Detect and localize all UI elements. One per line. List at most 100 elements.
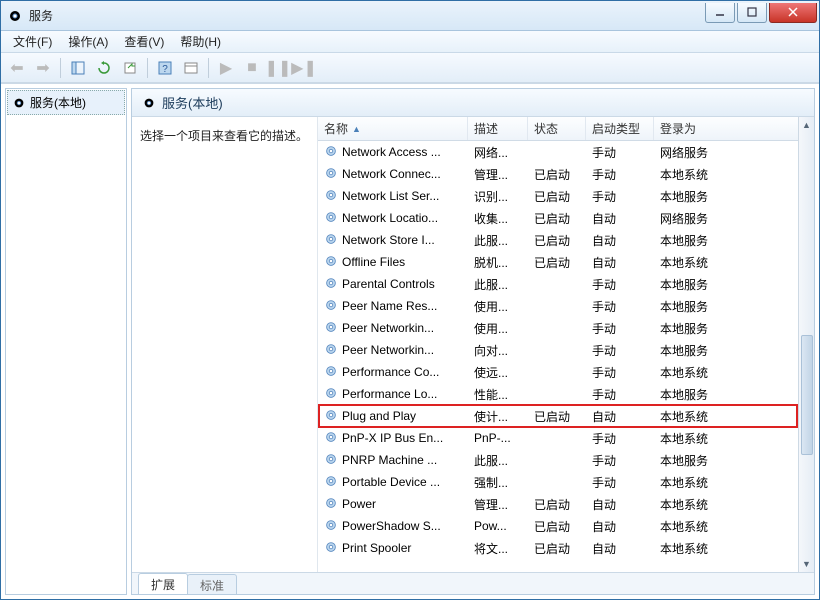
cell-status: 已启动 bbox=[528, 408, 586, 425]
column-headers: 名称▲ 描述 状态 启动类型 登录为 bbox=[318, 117, 814, 141]
cell-name: Network Store I... bbox=[318, 232, 468, 249]
service-name: Network Store I... bbox=[342, 233, 435, 247]
start-service-button[interactable]: ▶ bbox=[214, 56, 238, 80]
properties-button[interactable] bbox=[179, 56, 203, 80]
service-row[interactable]: Peer Name Res...使用...手动本地服务 bbox=[318, 295, 814, 317]
window-title: 服务 bbox=[29, 7, 703, 24]
service-row[interactable]: Plug and Play使计...已启动自动本地系统 bbox=[318, 405, 814, 427]
console-tree[interactable]: 服务(本地) bbox=[5, 88, 127, 595]
service-name: Network Access ... bbox=[342, 145, 441, 159]
scroll-down-icon[interactable]: ▼ bbox=[800, 556, 814, 572]
gear-icon bbox=[324, 342, 338, 359]
cell-desc: 使用... bbox=[468, 298, 528, 315]
gear-icon bbox=[324, 518, 338, 535]
gear-icon bbox=[324, 188, 338, 205]
service-row[interactable]: Parental Controls此服...手动本地服务 bbox=[318, 273, 814, 295]
scroll-up-icon[interactable]: ▲ bbox=[800, 117, 814, 133]
service-row[interactable]: PNRP Machine ...此服...手动本地服务 bbox=[318, 449, 814, 471]
menu-action[interactable]: 操作(A) bbox=[60, 31, 116, 52]
service-name: Performance Lo... bbox=[342, 387, 437, 401]
col-header-status[interactable]: 状态 bbox=[528, 117, 586, 140]
service-row[interactable]: Network Locatio...收集...已启动自动网络服务 bbox=[318, 207, 814, 229]
title-bar: 服务 bbox=[1, 1, 819, 31]
cell-desc: 此服... bbox=[468, 276, 528, 293]
cell-startup: 手动 bbox=[586, 386, 654, 403]
service-row[interactable]: Network List Ser...识别...已启动手动本地服务 bbox=[318, 185, 814, 207]
cell-name: Peer Networkin... bbox=[318, 320, 468, 337]
menu-file[interactable]: 文件(F) bbox=[5, 31, 60, 52]
help-button[interactable]: ? bbox=[153, 56, 177, 80]
service-row[interactable]: Peer Networkin...向对...手动本地服务 bbox=[318, 339, 814, 361]
service-row[interactable]: PowerShadow S...Pow...已启动自动本地系统 bbox=[318, 515, 814, 537]
export-button[interactable] bbox=[118, 56, 142, 80]
minimize-button[interactable] bbox=[705, 3, 735, 23]
gear-icon bbox=[324, 254, 338, 271]
cell-startup: 手动 bbox=[586, 342, 654, 359]
cell-logon: 本地系统 bbox=[654, 474, 814, 491]
show-hide-tree-button[interactable] bbox=[66, 56, 90, 80]
gear-icon bbox=[324, 298, 338, 315]
cell-startup: 自动 bbox=[586, 232, 654, 249]
forward-button[interactable]: ➡ bbox=[31, 56, 55, 80]
service-rows[interactable]: Network Access ...网络...手动网络服务Network Con… bbox=[318, 141, 814, 572]
cell-startup: 手动 bbox=[586, 430, 654, 447]
cell-status: 已启动 bbox=[528, 496, 586, 513]
cell-desc: 识别... bbox=[468, 188, 528, 205]
cell-desc: 收集... bbox=[468, 210, 528, 227]
body: 服务(本地) 服务(本地) 选择一个项目来查看它的描述。 名称▲ 描述 状态 启… bbox=[1, 83, 819, 599]
cell-desc: 网络... bbox=[468, 144, 528, 161]
cell-startup: 自动 bbox=[586, 210, 654, 227]
service-row[interactable]: Offline Files脱机...已启动自动本地系统 bbox=[318, 251, 814, 273]
cell-startup: 自动 bbox=[586, 408, 654, 425]
svg-text:?: ? bbox=[162, 64, 168, 75]
restart-service-button[interactable]: ▶❚ bbox=[292, 56, 316, 80]
tab-standard[interactable]: 标准 bbox=[187, 574, 237, 595]
service-row[interactable]: Network Store I...此服...已启动自动本地服务 bbox=[318, 229, 814, 251]
toolbar: ⬅ ➡ ? ▶ ■ ❚❚ ▶❚ bbox=[1, 53, 819, 83]
tree-item-label: 服务(本地) bbox=[30, 94, 86, 111]
service-row[interactable]: Portable Device ...强制...手动本地系统 bbox=[318, 471, 814, 493]
cell-logon: 本地服务 bbox=[654, 320, 814, 337]
cell-logon: 本地服务 bbox=[654, 298, 814, 315]
service-row[interactable]: Power管理...已启动自动本地系统 bbox=[318, 493, 814, 515]
back-button[interactable]: ⬅ bbox=[5, 56, 29, 80]
col-header-description[interactable]: 描述 bbox=[468, 117, 528, 140]
view-tabs: 扩展 标准 bbox=[132, 572, 814, 594]
close-button[interactable] bbox=[769, 3, 817, 23]
cell-name: Network Locatio... bbox=[318, 210, 468, 227]
service-row[interactable]: Peer Networkin...使用...手动本地服务 bbox=[318, 317, 814, 339]
col-header-startup[interactable]: 启动类型 bbox=[586, 117, 654, 140]
cell-desc: 强制... bbox=[468, 474, 528, 491]
maximize-button[interactable] bbox=[737, 3, 767, 23]
menu-view[interactable]: 查看(V) bbox=[116, 31, 172, 52]
gear-icon bbox=[324, 386, 338, 403]
stop-service-button[interactable]: ■ bbox=[240, 56, 264, 80]
vertical-scrollbar[interactable]: ▲ ▼ bbox=[798, 117, 814, 572]
menu-help[interactable]: 帮助(H) bbox=[172, 31, 229, 52]
cell-startup: 自动 bbox=[586, 496, 654, 513]
scroll-thumb[interactable] bbox=[801, 335, 813, 455]
tree-item-services-local[interactable]: 服务(本地) bbox=[7, 90, 125, 115]
col-header-logon[interactable]: 登录为 bbox=[654, 117, 814, 140]
service-name: Peer Networkin... bbox=[342, 321, 434, 335]
col-header-name[interactable]: 名称▲ bbox=[318, 117, 468, 140]
cell-logon: 本地服务 bbox=[654, 342, 814, 359]
service-name: Parental Controls bbox=[342, 277, 435, 291]
service-row[interactable]: Network Access ...网络...手动网络服务 bbox=[318, 141, 814, 163]
service-name: PnP-X IP Bus En... bbox=[342, 431, 443, 445]
refresh-button[interactable] bbox=[92, 56, 116, 80]
service-row[interactable]: PnP-X IP Bus En...PnP-...手动本地系统 bbox=[318, 427, 814, 449]
cell-name: Network List Ser... bbox=[318, 188, 468, 205]
gear-icon bbox=[324, 210, 338, 227]
service-row[interactable]: Performance Lo...性能...手动本地服务 bbox=[318, 383, 814, 405]
gear-icon bbox=[324, 364, 338, 381]
tab-extended[interactable]: 扩展 bbox=[138, 573, 188, 595]
cell-logon: 本地服务 bbox=[654, 386, 814, 403]
gear-icon bbox=[324, 452, 338, 469]
service-row[interactable]: Performance Co...使远...手动本地系统 bbox=[318, 361, 814, 383]
cell-desc: 使用... bbox=[468, 320, 528, 337]
service-row[interactable]: Network Connec...管理...已启动手动本地系统 bbox=[318, 163, 814, 185]
service-row[interactable]: Print Spooler将文...已启动自动本地系统 bbox=[318, 537, 814, 559]
service-name: PNRP Machine ... bbox=[342, 453, 437, 467]
pause-service-button[interactable]: ❚❚ bbox=[266, 56, 290, 80]
